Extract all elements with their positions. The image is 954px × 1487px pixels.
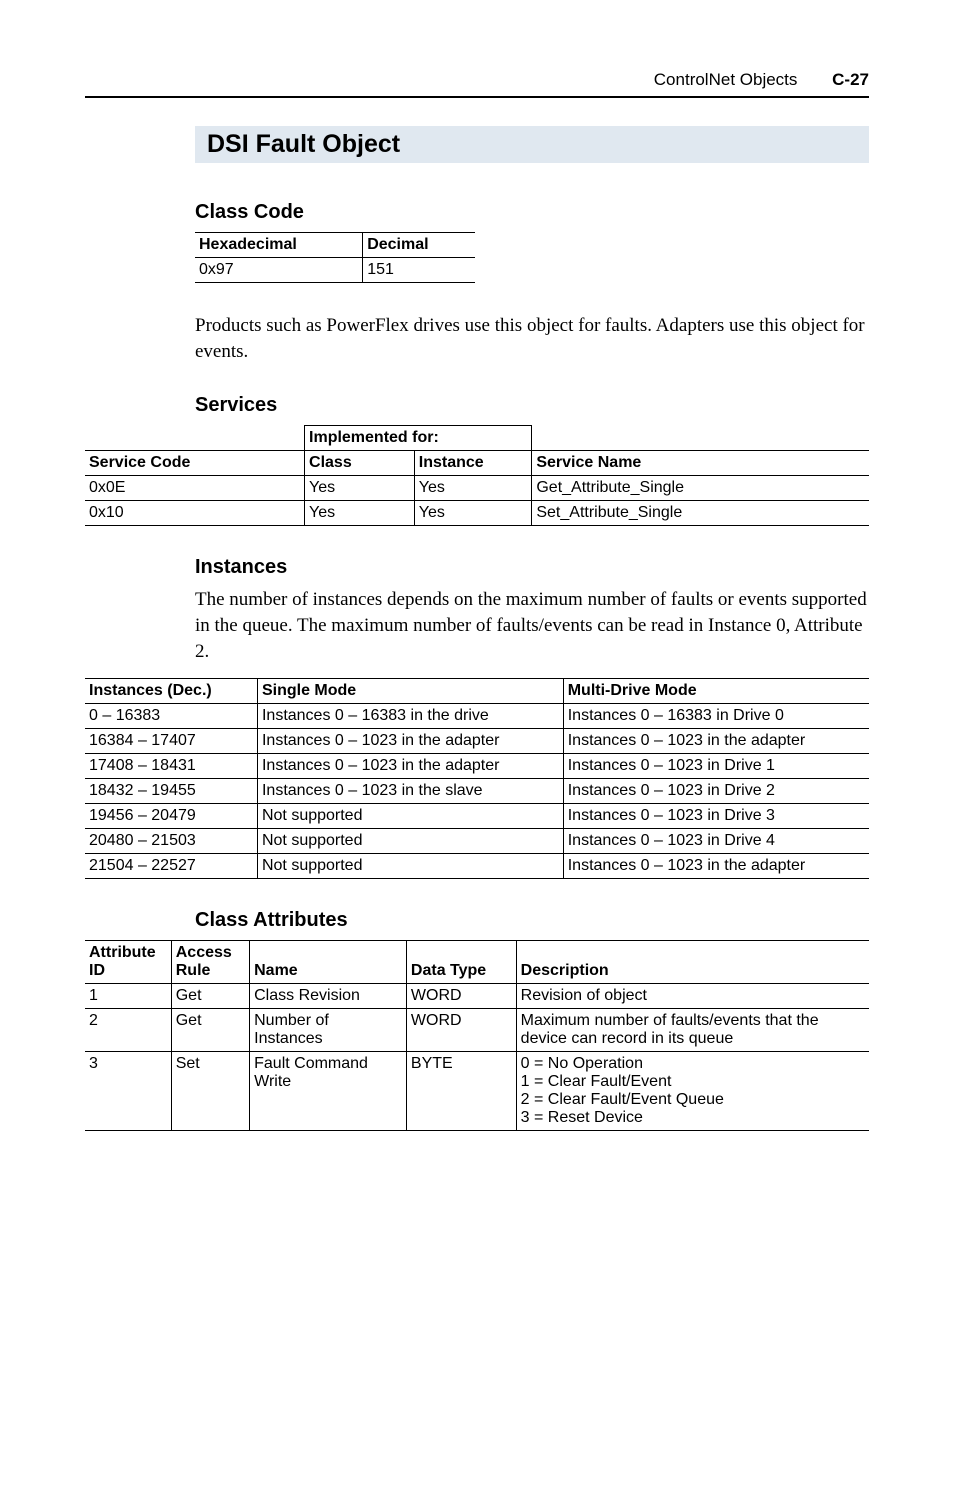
table-cell: 1 (85, 984, 171, 1009)
heading-instances: Instances (195, 556, 869, 579)
table-cell: 16384 – 17407 (85, 729, 257, 754)
th-instances-dec: Instances (Dec.) (85, 679, 257, 704)
table-cell: 0x0E (85, 476, 305, 501)
table-cell: Instances 0 – 1023 in Drive 4 (563, 829, 869, 854)
table-cell: Instances 0 – 1023 in the adapter (563, 854, 869, 879)
th-implemented-for: Implemented for: (305, 426, 532, 451)
td-hex-value: 0x97 (195, 258, 363, 283)
th-single-mode: Single Mode (257, 679, 563, 704)
table-cell: 18432 – 19455 (85, 779, 257, 804)
table-cell: 19456 – 20479 (85, 804, 257, 829)
table-cell: Instances 0 – 16383 in the drive (257, 704, 563, 729)
table-cell: 3 (85, 1052, 171, 1131)
table-cell: WORD (406, 984, 516, 1009)
th-access-rule: Access Rule (171, 941, 249, 984)
table-cell: Instances 0 – 16383 in Drive 0 (563, 704, 869, 729)
table-cell: Fault Command Write (250, 1052, 407, 1131)
table-cell: Yes (305, 501, 415, 526)
heading-class-attributes: Class Attributes (195, 909, 869, 932)
th-multi-drive: Multi-Drive Mode (563, 679, 869, 704)
section-title-bar: DSI Fault Object (195, 126, 869, 163)
instances-table: Instances (Dec.) Single Mode Multi-Drive… (85, 678, 869, 879)
th-instance: Instance (414, 451, 532, 476)
table-cell: Not supported (257, 804, 563, 829)
table-cell: 0 – 16383 (85, 704, 257, 729)
table-cell: WORD (406, 1009, 516, 1052)
table-cell: Instances 0 – 1023 in Drive 1 (563, 754, 869, 779)
table-cell: Number of Instances (250, 1009, 407, 1052)
table-cell: Instances 0 – 1023 in Drive 3 (563, 804, 869, 829)
table-cell: 21504 – 22527 (85, 854, 257, 879)
table-cell: Instances 0 – 1023 in the adapter (257, 729, 563, 754)
table-cell: Yes (414, 476, 532, 501)
table-cell: 17408 – 18431 (85, 754, 257, 779)
th-class: Class (305, 451, 415, 476)
th-data-type: Data Type (406, 941, 516, 984)
header-title: ControlNet Objects (654, 70, 798, 89)
table-cell: Maximum number of faults/events that the… (516, 1009, 869, 1052)
table-cell: Instances 0 – 1023 in the adapter (257, 754, 563, 779)
td-dec-value: 151 (363, 258, 475, 283)
table-cell: Set_Attribute_Single (532, 501, 869, 526)
th-attribute-id: Attribute ID (85, 941, 171, 984)
class-attributes-table: Attribute ID Access Rule Name Data Type … (85, 940, 869, 1131)
body-instances: The number of instances depends on the m… (195, 587, 869, 664)
table-cell: 0 = No Operation 1 = Clear Fault/Event 2… (516, 1052, 869, 1131)
table-cell: Instances 0 – 1023 in the adapter (563, 729, 869, 754)
th-decimal: Decimal (363, 233, 475, 258)
table-cell: BYTE (406, 1052, 516, 1131)
table-cell: Instances 0 – 1023 in Drive 2 (563, 779, 869, 804)
header-page-number: C-27 (832, 70, 869, 89)
table-cell: 20480 – 21503 (85, 829, 257, 854)
table-cell: Instances 0 – 1023 in the slave (257, 779, 563, 804)
table-cell: Get (171, 1009, 249, 1052)
table-cell: Revision of object (516, 984, 869, 1009)
section-title: DSI Fault Object (207, 130, 400, 158)
th-description: Description (516, 941, 869, 984)
table-cell: Get_Attribute_Single (532, 476, 869, 501)
heading-services: Services (195, 394, 869, 417)
body-class-code: Products such as PowerFlex drives use th… (195, 313, 869, 364)
table-cell: Not supported (257, 829, 563, 854)
table-cell: 2 (85, 1009, 171, 1052)
table-cell: Get (171, 984, 249, 1009)
table-cell: 0x10 (85, 501, 305, 526)
table-cell: Class Revision (250, 984, 407, 1009)
heading-class-code: Class Code (195, 201, 869, 224)
th-service-code: Service Code (85, 451, 305, 476)
services-table: Implemented for: Service Code Class Inst… (85, 425, 869, 526)
th-hexadecimal: Hexadecimal (195, 233, 363, 258)
th-name: Name (250, 941, 407, 984)
table-cell: Set (171, 1052, 249, 1131)
table-cell: Not supported (257, 854, 563, 879)
class-code-table: Hexadecimal Decimal 0x97 151 (195, 232, 475, 283)
th-service-name: Service Name (532, 451, 869, 476)
table-cell: Yes (305, 476, 415, 501)
page-header: ControlNet Objects C-27 (85, 70, 869, 98)
table-cell: Yes (414, 501, 532, 526)
